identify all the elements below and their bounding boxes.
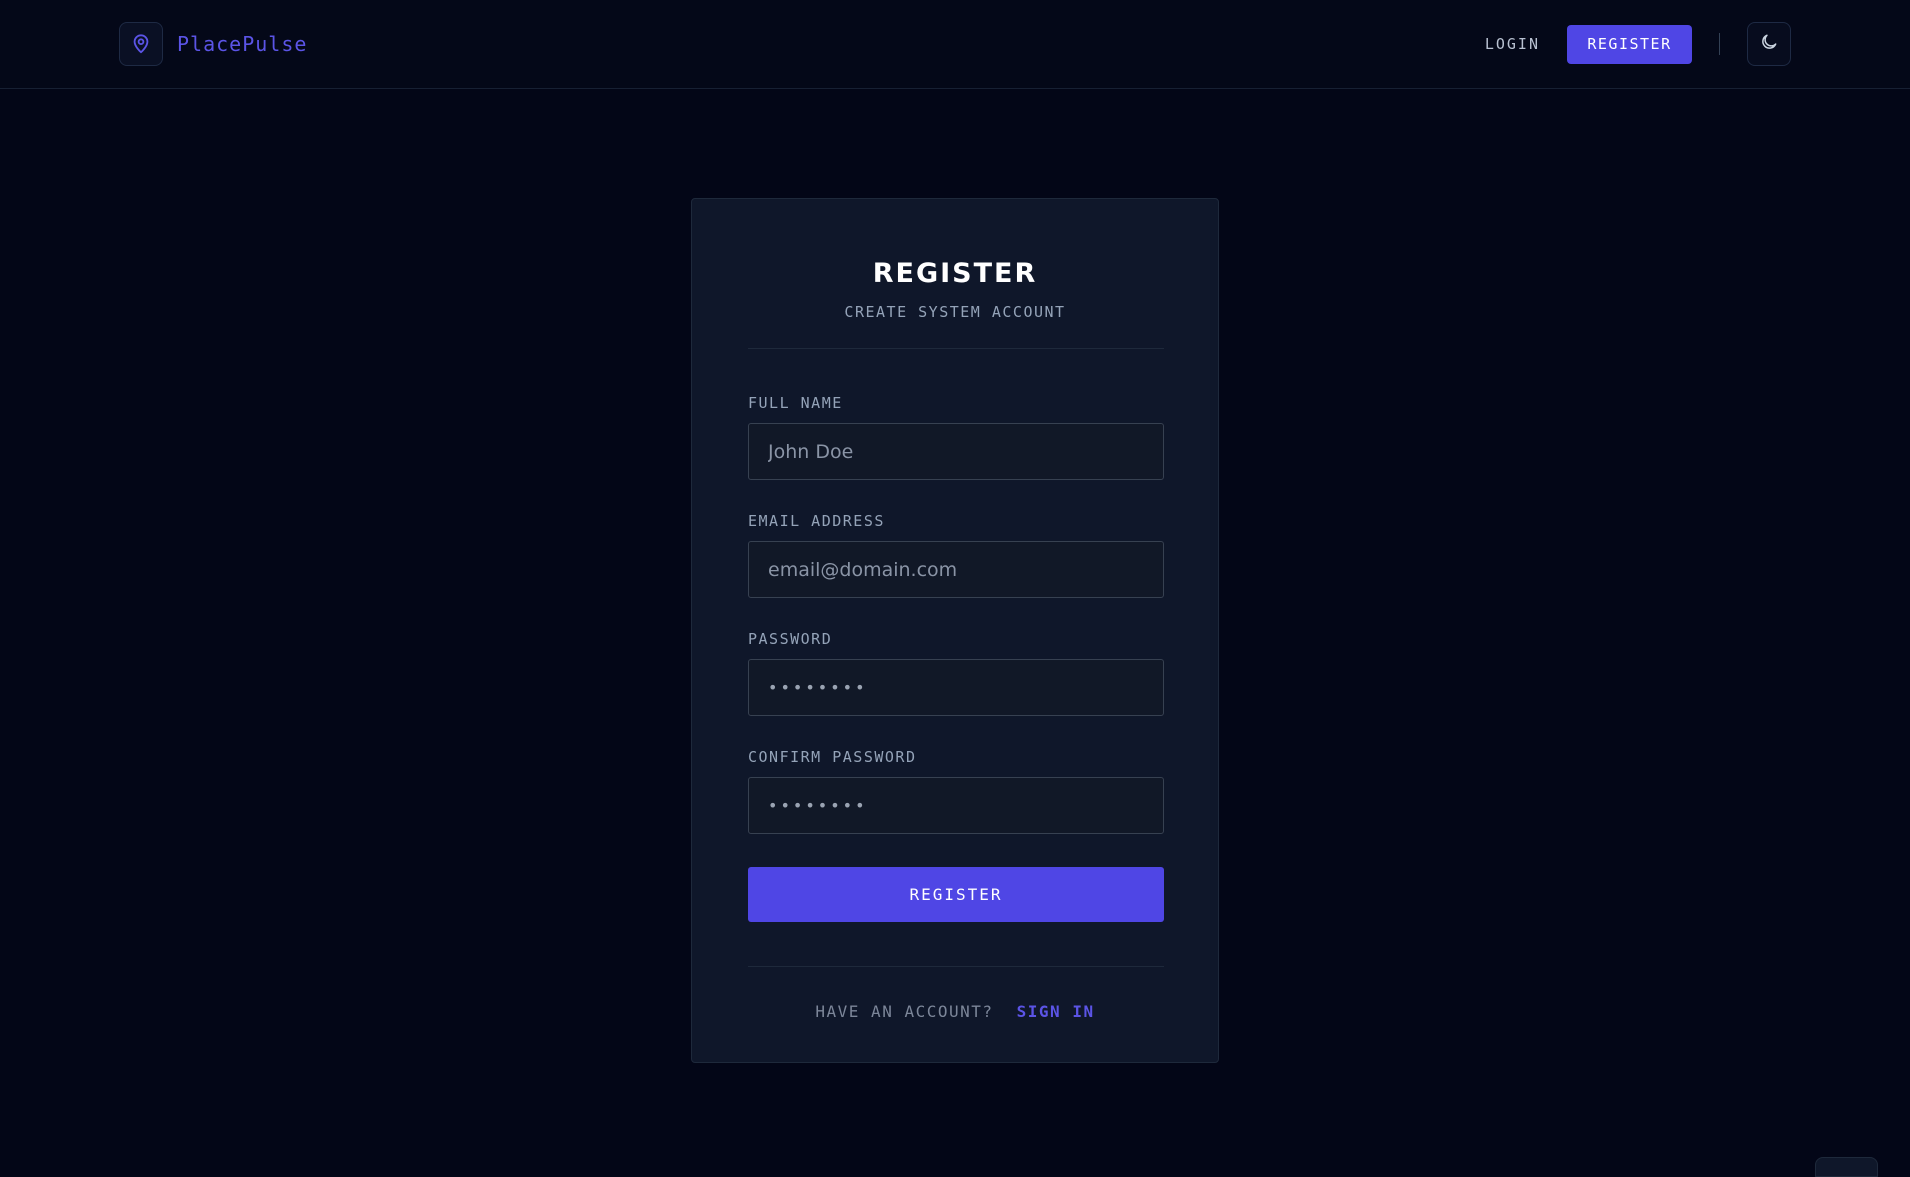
nav-actions: LOGIN REGISTER	[1485, 22, 1791, 66]
nav-divider	[1719, 33, 1720, 55]
email-input[interactable]	[748, 541, 1164, 598]
password-label: PASSWORD	[748, 630, 833, 648]
email-label: EMAIL ADDRESS	[748, 512, 885, 530]
card-divider-top	[748, 348, 1164, 349]
register-submit-button[interactable]: REGISTER	[748, 867, 1164, 922]
register-card: REGISTER CREATE SYSTEM ACCOUNT FULL NAME…	[691, 198, 1219, 1063]
sign-in-link[interactable]: SIGN IN	[1017, 1002, 1095, 1021]
top-navbar: PlacePulse LOGIN REGISTER	[0, 0, 1910, 89]
moon-icon	[1759, 32, 1779, 56]
login-link[interactable]: LOGIN	[1485, 35, 1540, 53]
sign-in-prompt: HAVE AN ACCOUNT? SIGN IN	[748, 1002, 1162, 1021]
full-name-input[interactable]	[748, 423, 1164, 480]
brand-name: PlacePulse	[177, 32, 308, 56]
register-nav-button[interactable]: REGISTER	[1567, 24, 1692, 64]
corner-widget-tab[interactable]	[1815, 1157, 1878, 1177]
full-name-field-group: FULL NAME	[748, 394, 1164, 480]
theme-toggle-button[interactable]	[1747, 22, 1791, 66]
email-field-group: EMAIL ADDRESS	[748, 512, 1164, 598]
have-account-text: HAVE AN ACCOUNT?	[815, 1002, 994, 1021]
map-pin-icon	[119, 22, 163, 66]
card-title: REGISTER	[872, 258, 1038, 289]
confirm-password-field-group: CONFIRM PASSWORD	[748, 748, 1164, 834]
confirm-password-input[interactable]	[748, 777, 1164, 834]
password-field-group: PASSWORD	[748, 630, 1164, 716]
card-divider-bottom	[748, 966, 1164, 967]
confirm-password-label: CONFIRM PASSWORD	[748, 748, 917, 766]
password-input[interactable]	[748, 659, 1164, 716]
card-subtitle: CREATE SYSTEM ACCOUNT	[844, 303, 1066, 321]
brand-logo-link[interactable]: PlacePulse	[119, 22, 307, 66]
full-name-label: FULL NAME	[748, 394, 843, 412]
